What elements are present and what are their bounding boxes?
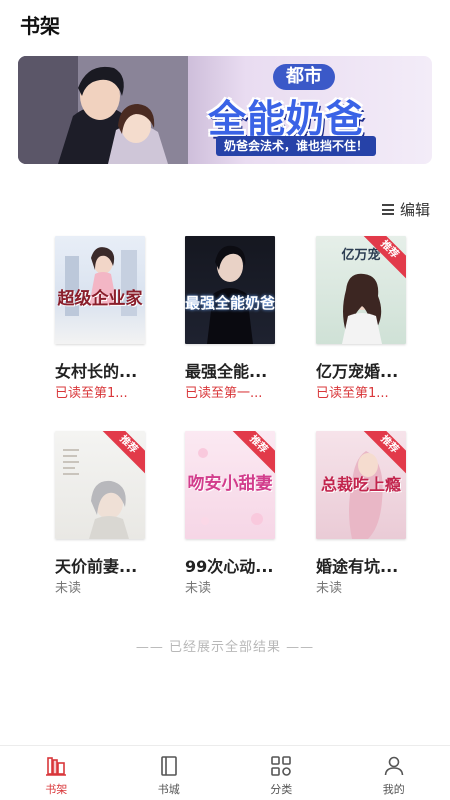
- edit-label: 编辑: [399, 201, 430, 219]
- edit-button[interactable]: 编辑: [381, 199, 430, 220]
- banner-slogan: 奶爸会法术，谁也挡不住！: [216, 136, 377, 156]
- book-title: 最强全能...: [185, 362, 268, 381]
- book-cover-title: 总裁吃上瘾: [320, 475, 401, 494]
- book-status: 已读至第1...: [55, 386, 128, 401]
- promo-banner[interactable]: 都市 全能奶爸 奶爸会法术，谁也挡不住！: [18, 56, 432, 164]
- bottom-tab-bar: 书架 书城 分类 我的: [0, 745, 450, 800]
- tab-label: 我的: [382, 783, 405, 796]
- tab-profile[interactable]: 我的: [338, 746, 450, 800]
- book-status: 未读: [55, 581, 82, 596]
- bookshelf-icon: [46, 757, 67, 776]
- book-cover[interactable]: 总裁吃上瘾 推荐: [316, 431, 406, 539]
- book-title: 婚途有坑...: [316, 557, 399, 576]
- book-title: 天价前妻...: [55, 557, 138, 576]
- list-icon: [381, 204, 394, 215]
- book-cover-title: 吻安小甜妻: [187, 474, 273, 494]
- tab-label: 分类: [270, 783, 293, 796]
- person-icon: [384, 756, 404, 776]
- book-title: 女村长的...: [55, 362, 138, 381]
- tab-label: 书架: [45, 783, 68, 796]
- book-cover-title: 最强全能奶爸: [185, 294, 275, 312]
- tab-categories[interactable]: 分类: [225, 746, 338, 800]
- tab-bookshelf[interactable]: 书架: [0, 746, 113, 800]
- banner-title: 全能奶爸: [208, 97, 365, 141]
- banner-tag: 都市: [273, 64, 335, 90]
- book-status: 已读至第一...: [185, 386, 263, 401]
- banner-couple-illustration: [18, 56, 188, 164]
- book-cover-title: 超级企业家: [57, 289, 143, 309]
- tab-bookstore[interactable]: 书城: [113, 746, 226, 800]
- book-title: 99次心动...: [185, 557, 274, 576]
- book-status: 未读: [316, 581, 343, 596]
- book-cover[interactable]: 超级企业家: [55, 236, 145, 344]
- book-status: 已读至第1...: [316, 386, 389, 401]
- book-cover[interactable]: 亿万宠 推荐: [316, 236, 406, 344]
- book-icon: [160, 756, 177, 776]
- book-cover[interactable]: 推荐: [55, 431, 145, 539]
- page-title: 书架: [20, 14, 60, 38]
- grid-icon: [271, 756, 292, 776]
- book-status: 未读: [185, 581, 212, 596]
- book-title: 亿万宠婚...: [316, 362, 399, 381]
- book-cover[interactable]: 最强全能奶爸: [185, 236, 275, 344]
- end-of-list-note: —— 已经展示全部结果 ——: [135, 640, 315, 655]
- tab-label: 书城: [157, 783, 180, 796]
- book-cover[interactable]: 吻安小甜妻 推荐: [185, 431, 275, 539]
